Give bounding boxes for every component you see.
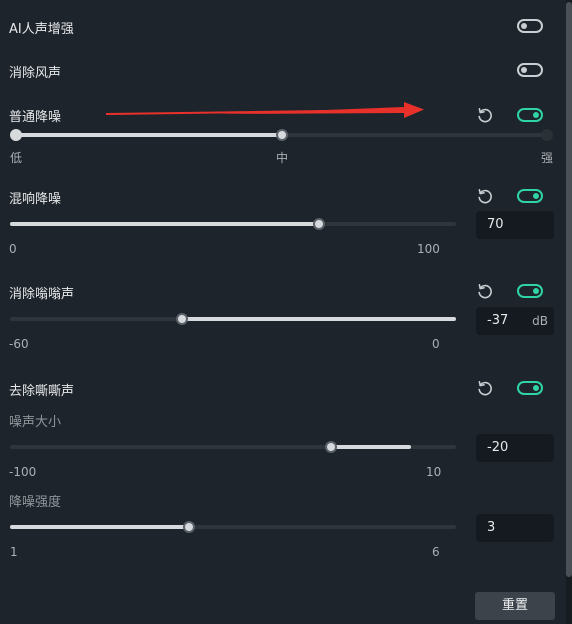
- hum-removal-label: 消除嗡嗡声: [9, 287, 75, 302]
- reset-icon[interactable]: [476, 187, 494, 205]
- hum-slider-fill: [182, 317, 456, 321]
- denoise-strength-thumb[interactable]: [183, 521, 195, 533]
- toggle-knob: [533, 288, 539, 294]
- hum-min-label: -60: [9, 337, 29, 351]
- reset-icon[interactable]: [476, 282, 494, 300]
- reverb-denoise-label: 混响降噪: [9, 192, 62, 207]
- toggle-knob: [533, 385, 539, 391]
- denoise-strength-label: 降噪强度: [9, 495, 62, 510]
- hum-slider-thumb[interactable]: [176, 313, 188, 325]
- hum-unit: dB: [532, 314, 548, 328]
- denoise-strength-max-label: 6: [432, 545, 440, 559]
- hum-removal-toggle[interactable]: [517, 284, 543, 298]
- toggle-knob: [533, 193, 539, 199]
- hiss-removal-toggle[interactable]: [517, 381, 543, 395]
- noise-volume-label: 噪声大小: [9, 415, 62, 430]
- noise-volume-max-label: 10: [426, 465, 442, 479]
- reverb-denoise-toggle[interactable]: [517, 189, 543, 203]
- noise-volume-thumb[interactable]: [325, 441, 337, 453]
- hum-max-label: 0: [432, 337, 440, 351]
- reverb-slider-thumb[interactable]: [313, 218, 325, 230]
- reverb-value-input[interactable]: 70: [476, 211, 554, 239]
- reset-icon[interactable]: [476, 379, 494, 397]
- hum-value-input[interactable]: -37 dB: [476, 307, 554, 335]
- denoise-strength-input[interactable]: 3: [476, 514, 554, 542]
- reset-button[interactable]: 重置: [475, 592, 555, 620]
- denoise-strength-fill: [10, 525, 189, 529]
- hum-value: -37: [487, 313, 509, 328]
- hiss-removal-label: 去除嘶嘶声: [9, 384, 75, 399]
- noise-volume-input[interactable]: -20: [476, 434, 554, 462]
- noise-volume-min-label: -100: [9, 465, 37, 479]
- denoise-strength-min-label: 1: [10, 545, 18, 559]
- reverb-min-label: 0: [9, 242, 17, 256]
- reverb-slider-fill: [10, 222, 319, 226]
- noise-volume-fill: [330, 445, 411, 449]
- reverb-max-label: 100: [417, 242, 440, 256]
